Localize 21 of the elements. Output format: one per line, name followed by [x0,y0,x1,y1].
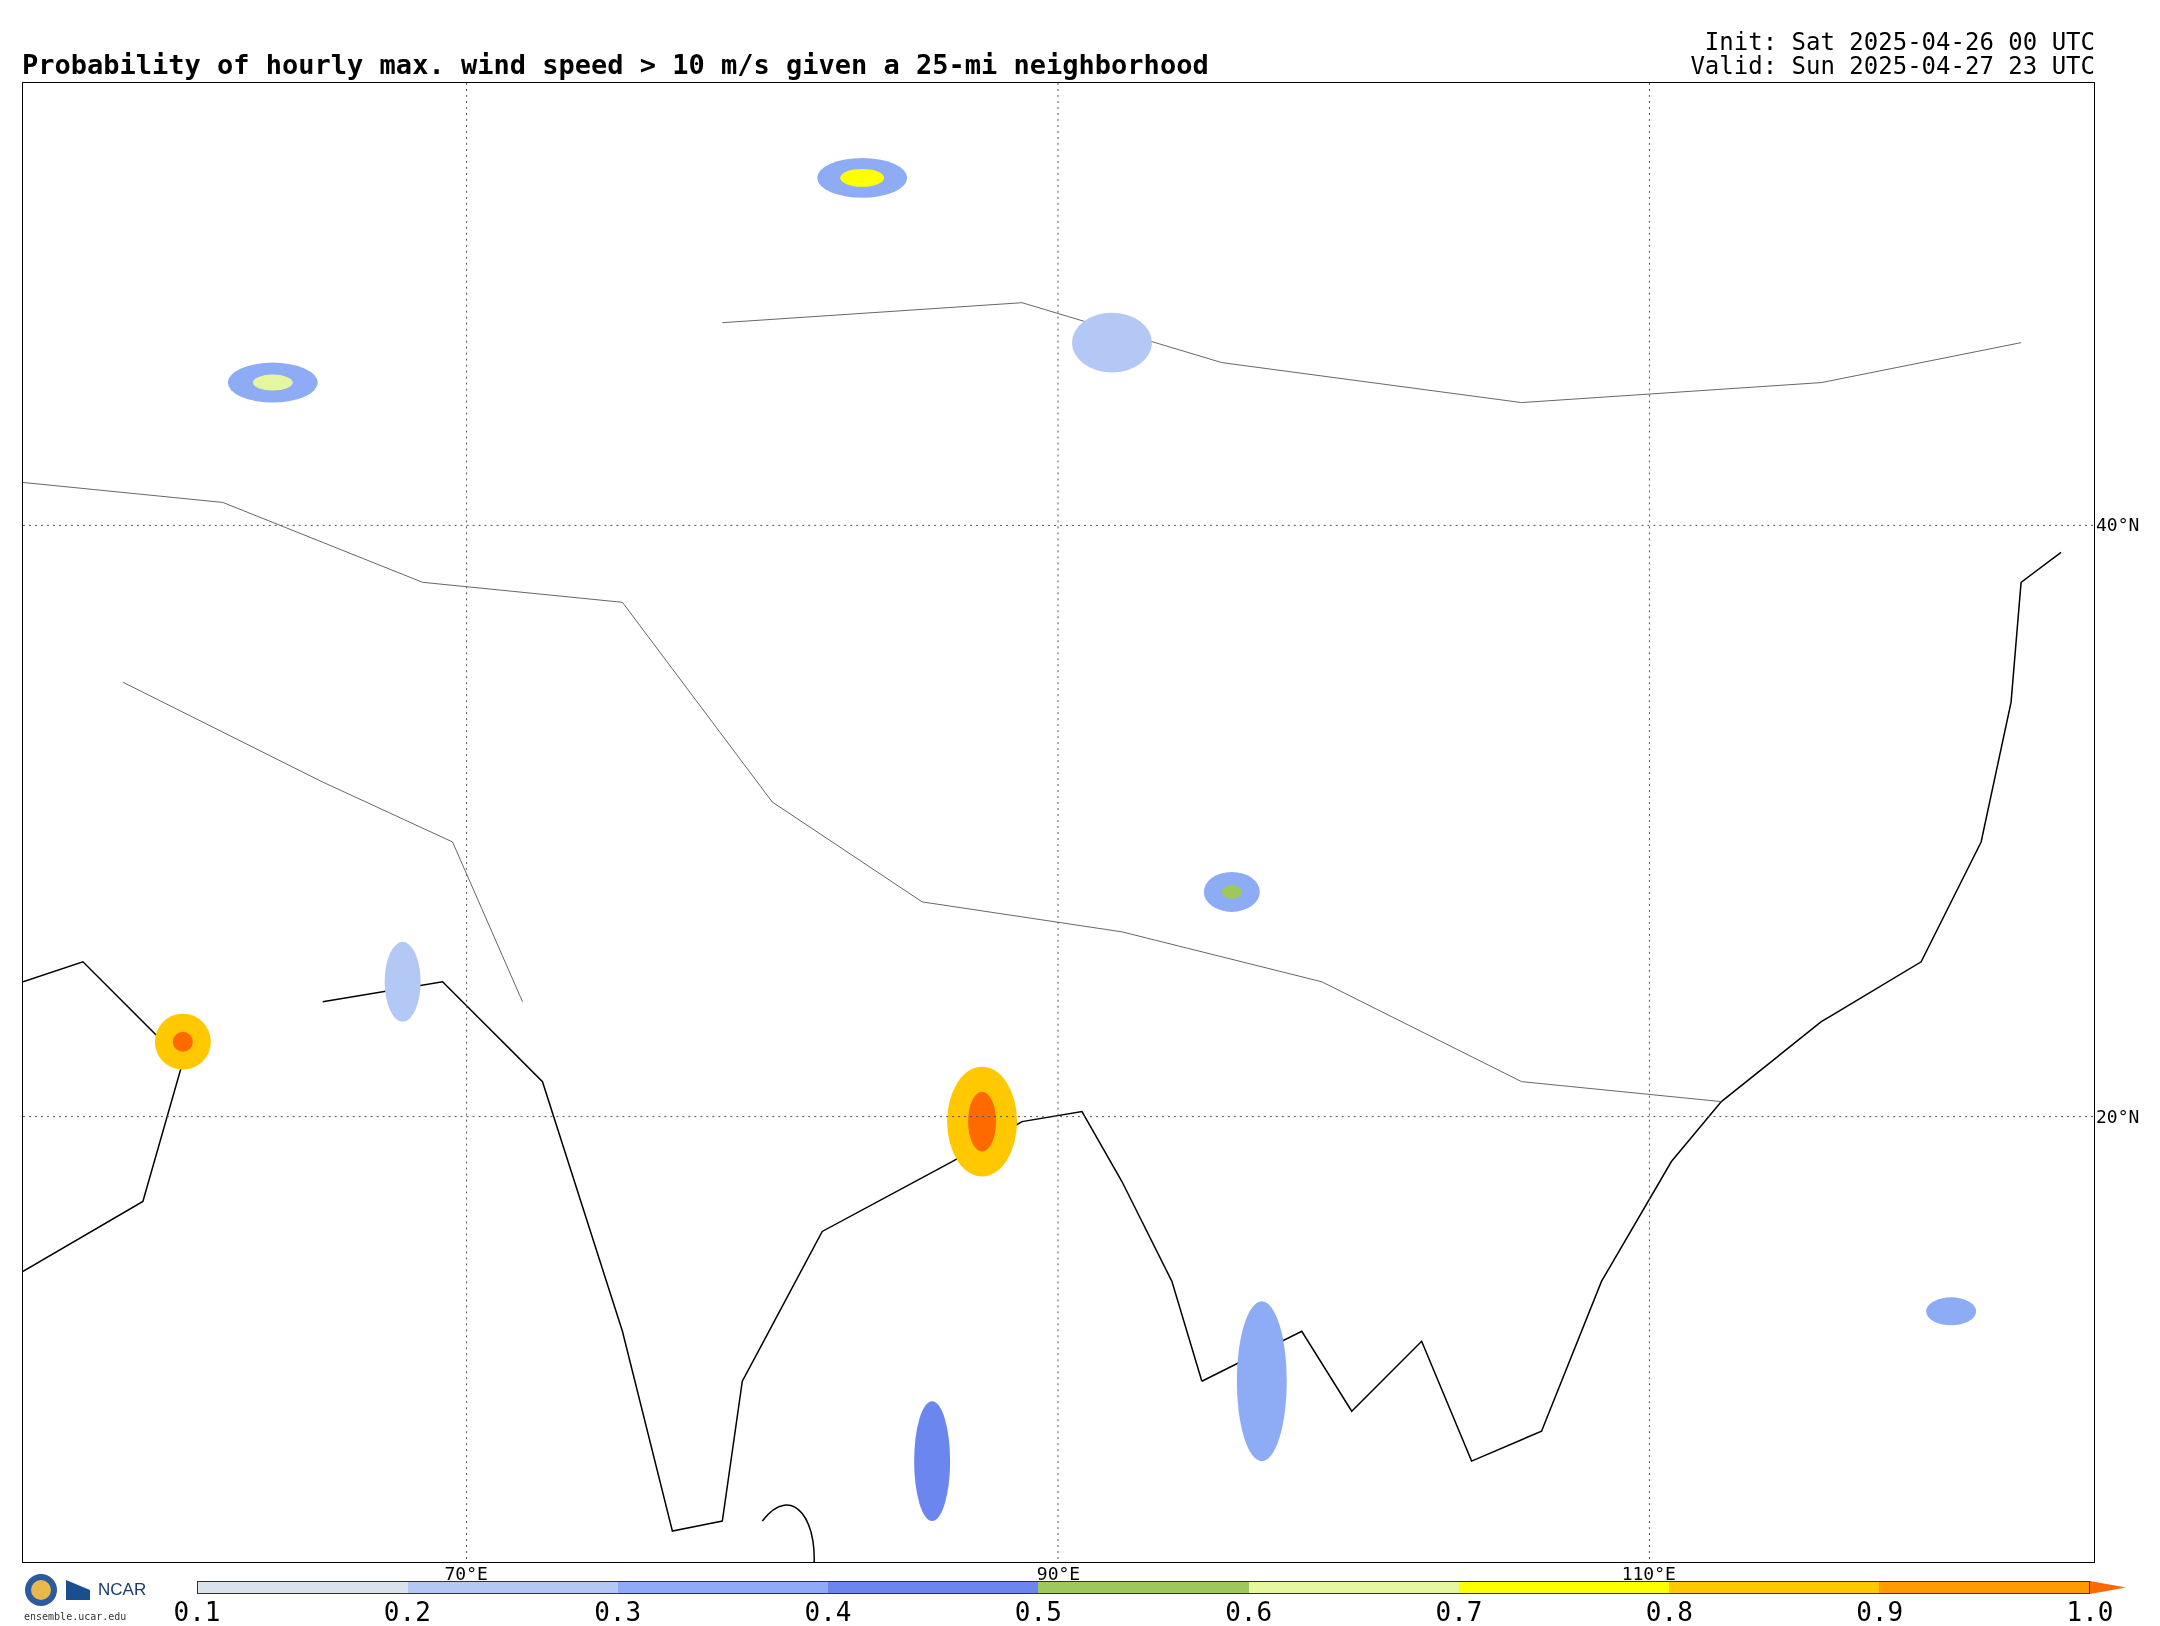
colorbar-tick-label: 0.1 [173,1599,221,1625]
colorbar-tick-label: 0.2 [383,1599,431,1625]
colorbar-tick-label: 0.6 [1225,1599,1273,1625]
longitude-label: 70°E [444,1565,488,1583]
logo-text: NCAR [98,1579,147,1602]
colorbar-tick-label: 0.5 [1014,1599,1062,1625]
latitude-label: 40°N [2096,516,2140,535]
colorbar-tick-label: 0.8 [1645,1599,1693,1625]
init-time: Init: Sat 2025-04-26 00 UTC [1704,30,2095,54]
flag-icon [66,1580,90,1600]
colorbar-tick-label: 0.3 [594,1599,642,1625]
valid-time: Valid: Sun 2025-04-27 23 UTC [1690,54,2095,78]
colorbar-tick-label: 0.4 [804,1599,852,1625]
colorbar-tick-label: 1.0 [2066,1599,2114,1625]
logo-icon [24,1573,58,1607]
longitude-label: 110°E [1621,1565,1676,1583]
colorbar-tick-label: 0.7 [1435,1599,1483,1625]
colorbar-tick-label: 0.9 [1856,1599,1904,1625]
latitude-label: 20°N [2096,1107,2140,1126]
chart-title: Probability of hourly max. wind speed > 10 m/s given a 25-mi neighborhood [22,51,1209,78]
longitude-label: 90°E [1036,1565,1081,1583]
